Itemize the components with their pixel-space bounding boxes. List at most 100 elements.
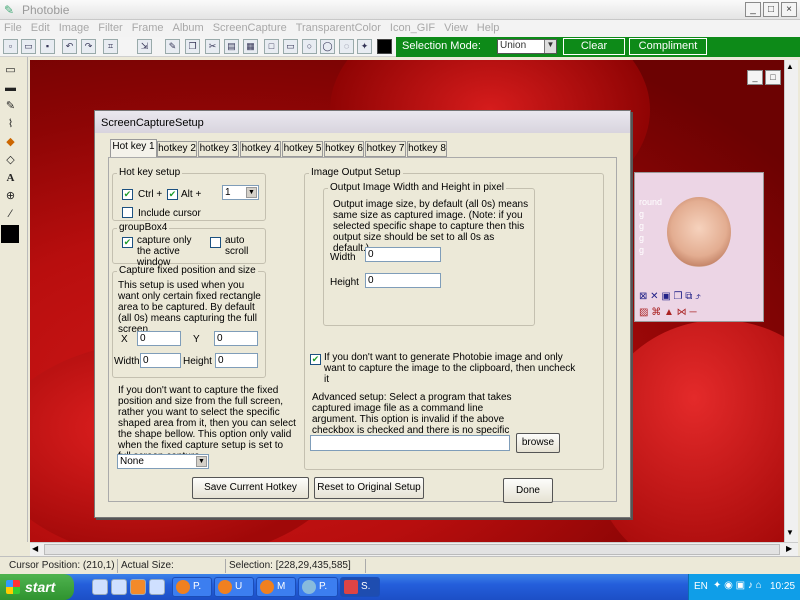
scroll-left-icon[interactable]: ◀ xyxy=(32,544,38,553)
list-item[interactable]: round xyxy=(635,197,677,207)
menu-frame[interactable]: Frame xyxy=(128,20,169,34)
taskbar-item[interactable]: M xyxy=(256,577,296,597)
copy-icon[interactable]: ❐ xyxy=(185,39,200,54)
quicklaunch-app-icon[interactable] xyxy=(149,579,165,595)
selection-status: Selection: [228,29,435,585] xyxy=(226,559,366,573)
layers-icon[interactable]: ▦ xyxy=(243,39,258,54)
tab-hotkey-2[interactable]: hotkey 2 xyxy=(157,141,197,157)
lasso-icon[interactable]: ◌ xyxy=(339,39,354,54)
selection-mode-select[interactable]: Union ▼ xyxy=(497,39,557,54)
color-swatch-icon[interactable] xyxy=(377,39,392,54)
resize-icon[interactable]: ⇲ xyxy=(137,39,152,54)
open-icon[interactable]: ▭ xyxy=(21,39,36,54)
scroll-down-icon[interactable]: ▼ xyxy=(786,528,794,537)
redo-icon[interactable]: ↷ xyxy=(81,39,96,54)
text-tool-icon[interactable]: A xyxy=(3,171,18,186)
compliment-button[interactable]: Compliment xyxy=(629,38,707,55)
crop-icon[interactable]: ⌗ xyxy=(103,39,118,54)
ctrl-checkbox[interactable]: ✔ xyxy=(122,189,133,200)
menu-file[interactable]: File xyxy=(0,20,27,34)
language-indicator[interactable]: EN xyxy=(694,581,708,592)
program-path-input[interactable] xyxy=(310,435,510,451)
start-button[interactable]: start xyxy=(0,574,74,600)
magic-wand-icon[interactable]: ✦ xyxy=(357,39,372,54)
inner-maximize-button[interactable]: □ xyxy=(765,70,781,85)
quicklaunch-photobie-icon[interactable] xyxy=(111,579,127,595)
edit-icon[interactable]: ✎ xyxy=(165,39,180,54)
taskbar-item[interactable]: S. xyxy=(340,577,380,597)
output-width-input[interactable]: 0 xyxy=(365,247,441,262)
reset-original-setup-button[interactable]: Reset to Original Setup xyxy=(314,477,424,499)
auto-scroll-checkbox[interactable] xyxy=(210,237,221,248)
output-height-input[interactable]: 0 xyxy=(365,273,441,288)
fixed-x-input[interactable]: 0 xyxy=(137,331,181,346)
close-button[interactable]: × xyxy=(781,2,797,17)
tool-icon[interactable]: ▨ ⌘ ▲ ⋈ ─ xyxy=(639,307,697,318)
clear-button[interactable]: Clear xyxy=(563,38,625,55)
blur-tool-icon[interactable]: ◇ xyxy=(3,153,18,168)
brush-tool-icon[interactable]: ⌇ xyxy=(3,117,18,132)
quicklaunch-firefox-icon[interactable] xyxy=(130,579,146,595)
tab-hotkey-8[interactable]: hotkey 8 xyxy=(407,141,447,157)
shape-select[interactable]: None ▼ xyxy=(117,454,209,469)
maximize-button[interactable]: □ xyxy=(763,2,779,17)
tab-hotkey-6[interactable]: hotkey 6 xyxy=(324,141,364,157)
tray-icons[interactable]: ✦ ◉ ▣ ♪ ⌂ xyxy=(713,580,762,591)
menu-screencapture[interactable]: ScreenCapture xyxy=(209,20,292,34)
clipboard-checkbox[interactable]: ✔ xyxy=(310,354,321,365)
inner-minimize-button[interactable]: _ xyxy=(747,70,763,85)
cut-icon[interactable]: ✂ xyxy=(205,39,220,54)
tool-icon[interactable]: ⊠ ✕ ▣ ❐ ⧉ ⤴ xyxy=(639,291,701,302)
tab-hotkey-5[interactable]: hotkey 5 xyxy=(282,141,323,157)
tab-hotkey-1[interactable]: Hot key 1 xyxy=(110,139,157,158)
rect2-tool-icon[interactable]: ▬ xyxy=(3,81,18,96)
scroll-thumb[interactable] xyxy=(44,544,780,555)
status-bar: Cursor Position: (210,1) Actual Size: (1… xyxy=(0,556,800,585)
new-icon[interactable]: ▫ xyxy=(3,39,18,54)
ellipse-select-icon[interactable]: ○ xyxy=(302,39,317,54)
minimize-button[interactable]: _ xyxy=(745,2,761,17)
fixed-height-input[interactable]: 0 xyxy=(215,353,258,368)
paste-icon[interactable]: ▤ xyxy=(224,39,239,54)
horizontal-scrollbar[interactable]: ◀ ▶ xyxy=(30,542,798,556)
rect-select-icon[interactable]: □ xyxy=(264,39,279,54)
fixed-width-input[interactable]: 0 xyxy=(140,353,181,368)
done-button[interactable]: Done xyxy=(503,478,553,503)
save-icon[interactable]: ▪ xyxy=(40,39,55,54)
foreground-color-icon[interactable] xyxy=(1,225,19,243)
pencil-tool-icon[interactable]: ✎ xyxy=(3,99,18,114)
hotkey-key-select[interactable]: 1 ▼ xyxy=(222,185,259,200)
scroll-right-icon[interactable]: ▶ xyxy=(786,544,792,553)
undo-icon[interactable]: ↶ xyxy=(62,39,77,54)
taskbar-item[interactable]: U xyxy=(214,577,254,597)
menu-filter[interactable]: Filter xyxy=(94,20,127,34)
tab-hotkey-3[interactable]: hotkey 3 xyxy=(198,141,239,157)
rounded-select-icon[interactable]: ▭ xyxy=(283,39,298,54)
stamp-tool-icon[interactable]: ⊕ xyxy=(3,189,18,204)
browse-button[interactable]: browse xyxy=(516,433,560,453)
menu-image[interactable]: Image xyxy=(55,20,95,34)
menu-icon-gif[interactable]: Icon_GIF xyxy=(386,20,440,34)
left-toolbox: ▭ ▬ ✎ ⌇ ◆ ◇ A ⊕ ⁄ xyxy=(0,57,28,542)
quicklaunch-desktop-icon[interactable] xyxy=(92,579,108,595)
save-current-hotkey-button[interactable]: Save Current Hotkey xyxy=(192,477,309,499)
menu-album[interactable]: Album xyxy=(169,20,209,34)
include-cursor-checkbox[interactable] xyxy=(122,207,133,218)
menu-edit[interactable]: Edit xyxy=(27,20,55,34)
alt-checkbox[interactable]: ✔ xyxy=(167,189,178,200)
eyedropper-tool-icon[interactable]: ⁄ xyxy=(3,207,18,222)
fill-tool-icon[interactable]: ◆ xyxy=(3,135,18,150)
tab-hotkey-4[interactable]: hotkey 4 xyxy=(240,141,281,157)
taskbar-item[interactable]: P. xyxy=(298,577,338,597)
menu-transparentcolor[interactable]: TransparentColor xyxy=(292,20,386,34)
fixed-y-input[interactable]: 0 xyxy=(214,331,258,346)
taskbar-item[interactable]: P. xyxy=(172,577,212,597)
menu-view[interactable]: View xyxy=(440,20,473,34)
vertical-scrollbar[interactable]: ▲ ▼ xyxy=(784,60,798,542)
tab-hotkey-7[interactable]: hotkey 7 xyxy=(365,141,406,157)
rect-tool-icon[interactable]: ▭ xyxy=(3,63,18,78)
menu-help[interactable]: Help xyxy=(473,20,505,34)
active-window-checkbox[interactable]: ✔ xyxy=(122,237,133,248)
scroll-up-icon[interactable]: ▲ xyxy=(786,62,794,71)
oval-select-icon[interactable]: ◯ xyxy=(320,39,335,54)
